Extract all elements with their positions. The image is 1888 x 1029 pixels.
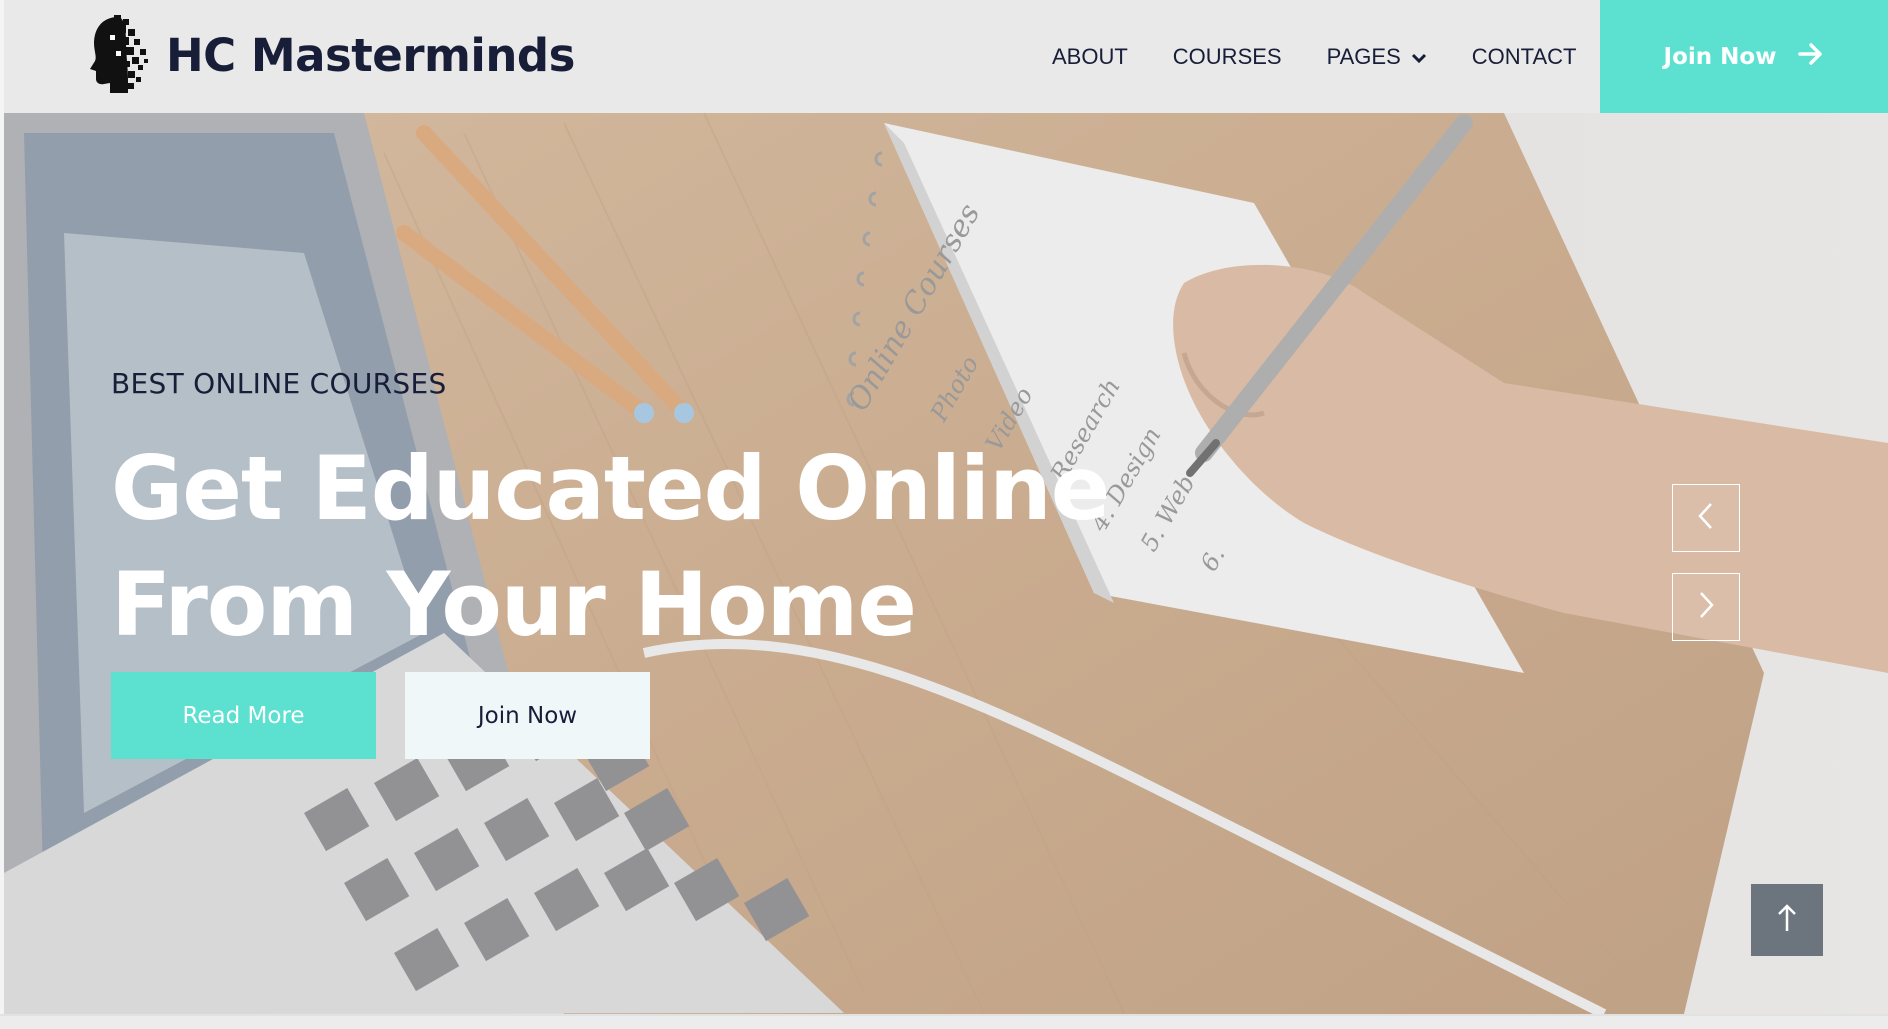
hero-eyebrow: BEST ONLINE COURSES [111,367,447,400]
arrow-up-icon [1776,903,1798,938]
chevron-right-icon [1695,590,1717,625]
page: HC Masterminds ABOUT COURSES PAGES CONTA… [4,0,1888,1014]
nav-pages-dropdown[interactable]: PAGES [1327,44,1427,70]
pixel-head-icon [88,11,158,100]
read-more-button[interactable]: Read More [111,672,376,759]
carousel-next-button[interactable] [1672,573,1740,641]
arrow-right-icon [1798,42,1824,71]
page-bottom-strip [0,1014,1888,1029]
nav-courses-label: COURSES [1172,43,1282,69]
chevron-left-icon [1695,501,1717,536]
nav-about[interactable]: ABOUT [1052,44,1128,70]
nav-contact-label: CONTACT [1471,43,1577,69]
brand-name: HC Masterminds [166,28,575,82]
back-to-top-button[interactable] [1751,884,1823,956]
main-nav: ABOUT COURSES PAGES CONTACT [1052,0,1576,113]
nav-join-now-label: Join Now [1663,43,1777,70]
nav-pages-label: PAGES [1326,43,1401,69]
nav-about-label: ABOUT [1052,43,1128,69]
nav-join-now-button[interactable]: Join Now [1600,0,1888,113]
hero-headline: Get Educated Online From Your Home [111,431,1111,663]
nav-courses[interactable]: COURSES [1173,44,1282,70]
brand-logo-link[interactable]: HC Masterminds [88,10,575,100]
chevron-down-icon [1411,44,1427,70]
carousel-prev-button[interactable] [1672,484,1740,552]
hero-carousel: Online Courses Photo Video Research 4. D… [4,113,1888,1014]
nav-contact[interactable]: CONTACT [1472,44,1577,70]
hero-headline-line-1: Get Educated Online [111,437,1110,540]
navbar: HC Masterminds ABOUT COURSES PAGES CONTA… [4,0,1888,113]
hero-join-now-button[interactable]: Join Now [405,672,650,759]
hero-headline-line-2: From Your Home [111,553,917,656]
